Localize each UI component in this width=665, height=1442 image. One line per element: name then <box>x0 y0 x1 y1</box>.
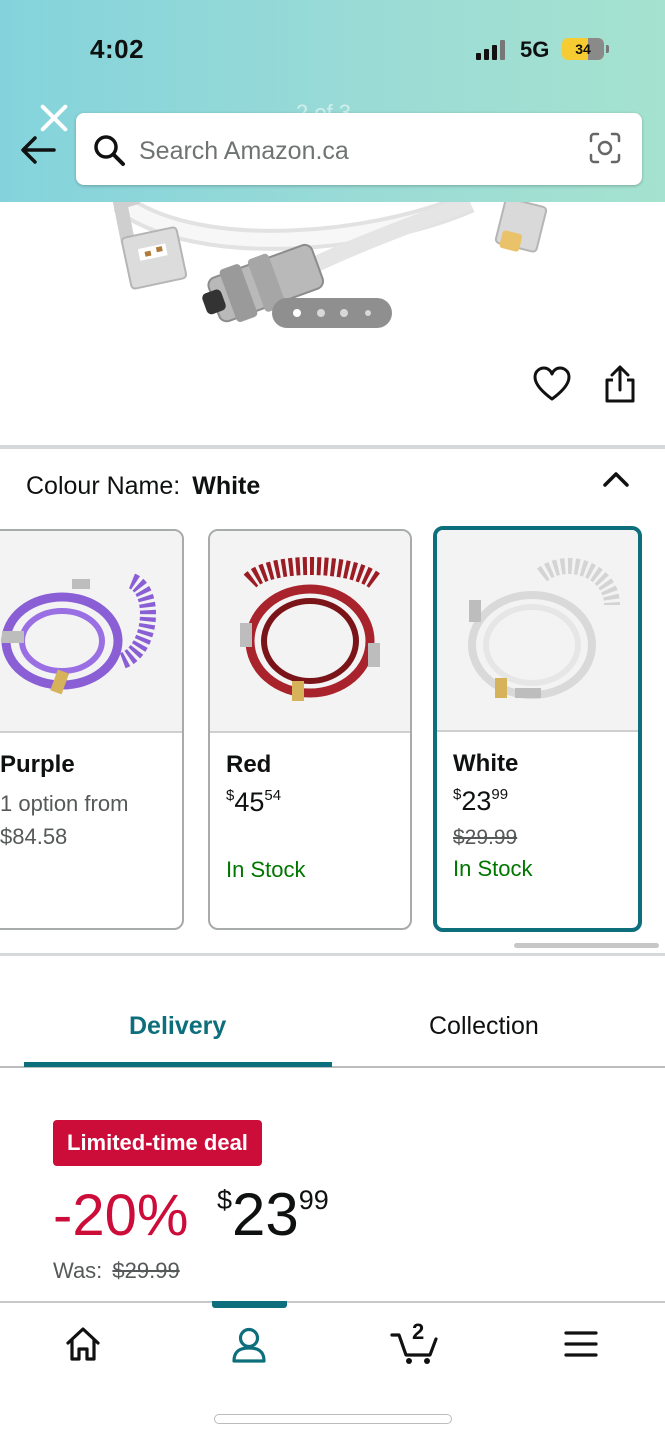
stock-status: In Stock <box>226 857 306 882</box>
selected-colour: White <box>192 472 261 500</box>
variant-image <box>0 531 182 733</box>
image-pager[interactable] <box>272 298 392 328</box>
battery-level: 34 <box>575 41 591 57</box>
camera-search-icon[interactable] <box>588 131 622 165</box>
chevron-up-icon[interactable] <box>602 468 630 490</box>
horizontal-scrollbar[interactable] <box>514 943 659 948</box>
app-header: 4:02 5G 34 2 of 3 Search Amazon.ca <box>0 0 665 202</box>
limited-deal-badge: Limited-time deal <box>53 1120 262 1166</box>
variant-card-purple[interactable]: Purple 1 option from $84.58 <box>0 529 184 930</box>
variant-options-text: 1 option from <box>0 791 129 816</box>
currency-symbol: $ <box>217 1185 233 1215</box>
pager-dot[interactable] <box>293 309 301 317</box>
product-image[interactable] <box>0 202 665 352</box>
price-cents: 99 <box>298 1185 329 1215</box>
tab-delivery[interactable]: Delivery <box>129 1012 226 1041</box>
pager-dot[interactable] <box>365 310 371 316</box>
fulfillment-tabs: Delivery Collection <box>0 990 665 1068</box>
variant-options-price: $84.58 <box>0 824 68 849</box>
search-icon <box>94 135 125 166</box>
variant-card-red[interactable]: Red $4554 In Stock <box>208 529 412 930</box>
network-type: 5G <box>520 37 550 62</box>
section-divider <box>0 953 665 956</box>
active-tab-indicator <box>24 1062 332 1067</box>
price-cents: 54 <box>264 787 282 804</box>
signal-icon <box>476 40 512 60</box>
variant-price: $4554 <box>226 787 281 818</box>
colour-name-row: Colour Name: White <box>26 472 260 501</box>
variant-name: White <box>453 750 519 777</box>
colour-label: Colour Name: <box>26 472 181 500</box>
price-dollars: 45 <box>234 787 265 817</box>
active-nav-indicator <box>212 1301 287 1308</box>
status-time: 4:02 <box>90 34 145 64</box>
price-dollars: 23 <box>232 1181 299 1248</box>
was-price: $29.99 <box>112 1258 180 1283</box>
variant-name: Purple <box>0 751 75 778</box>
share-icon[interactable] <box>603 364 637 404</box>
account-icon[interactable] <box>229 1325 269 1365</box>
search-bar[interactable]: Search Amazon.ca <box>76 113 642 185</box>
pager-dot[interactable] <box>340 309 348 317</box>
variant-options: 1 option from $84.58 <box>0 787 128 853</box>
variant-image <box>437 530 638 732</box>
discount-percent: -20% <box>53 1183 189 1248</box>
variant-price: $2399 <box>453 786 508 817</box>
variant-image <box>210 531 410 733</box>
variant-name: Red <box>226 751 272 778</box>
back-arrow-icon[interactable] <box>20 134 56 166</box>
variant-was-price: $29.99 <box>453 826 518 849</box>
pager-dot[interactable] <box>317 309 325 317</box>
menu-icon[interactable] <box>564 1329 598 1359</box>
battery-tip <box>606 45 609 53</box>
section-divider <box>0 445 665 449</box>
price-dollars: 23 <box>461 786 492 816</box>
variant-card-white[interactable]: White $2399 $29.99 In Stock <box>433 526 642 932</box>
cart-count: 2 <box>412 1319 425 1344</box>
tab-collection[interactable]: Collection <box>429 1012 539 1041</box>
was-label: Was: <box>53 1258 103 1283</box>
image-page-counter: 2 of 3 <box>296 100 352 114</box>
stock-status: In Stock <box>453 856 533 881</box>
price-cents: 99 <box>491 786 509 803</box>
battery-icon: 34 <box>562 38 604 60</box>
was-price-row: Was: $29.99 <box>53 1258 180 1284</box>
close-icon[interactable] <box>38 102 70 134</box>
search-input[interactable]: Search Amazon.ca <box>139 137 349 166</box>
home-indicator[interactable] <box>214 1414 452 1424</box>
deal-price: $2399 <box>217 1180 329 1249</box>
home-icon[interactable] <box>64 1325 102 1363</box>
wishlist-heart-icon[interactable] <box>533 366 571 404</box>
